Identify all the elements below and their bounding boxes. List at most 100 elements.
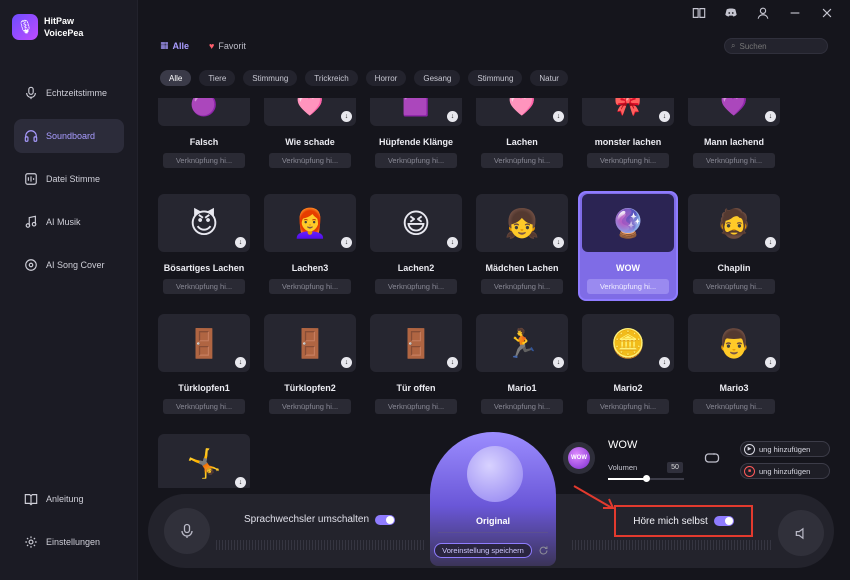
shortcut-field[interactable]: Verknüpfung hi... [163, 399, 245, 414]
sidebar-item-label: Anleitung [46, 494, 84, 504]
grid-icon: ▦ [160, 40, 169, 50]
shortcut-field[interactable]: Verknüpfung hi... [481, 279, 563, 294]
volume-value[interactable]: 50 [667, 462, 683, 473]
shortcut-field[interactable]: Verknüpfung hi... [269, 279, 351, 294]
filter-chip-alle[interactable]: Alle [160, 70, 192, 86]
sidebar-item-einstellungen[interactable]: Einstellungen [14, 525, 124, 559]
sound-card[interactable]: 🟣 Falsch Verknüpfung hi... [156, 98, 252, 168]
shortcut-field[interactable]: Verknüpfung hi... [693, 399, 775, 414]
tab-alle[interactable]: ▦ Alle [160, 40, 189, 51]
shortcut-field[interactable]: Verknüpfung hi... [375, 279, 457, 294]
download-icon[interactable]: ↓ [765, 111, 776, 122]
shortcut-field[interactable]: Verknüpfung hi... [693, 153, 775, 168]
download-icon[interactable]: ↓ [341, 357, 352, 368]
shortcut-field[interactable]: Verknüpfung hi... [481, 399, 563, 414]
tab-favorit[interactable]: ♥ Favorit [209, 40, 246, 51]
download-icon[interactable]: ↓ [447, 357, 458, 368]
close-icon[interactable] [818, 4, 836, 22]
refresh-icon[interactable] [538, 545, 549, 556]
category-tabs: ▦ Alle ♥ Favorit [160, 40, 246, 51]
download-icon[interactable]: ↓ [659, 111, 670, 122]
shortcut-field[interactable]: Verknüpfung hi... [269, 399, 351, 414]
loop-icon[interactable] [704, 452, 720, 464]
discord-icon[interactable] [722, 4, 740, 22]
sidebar-item-anleitung[interactable]: Anleitung [14, 482, 124, 516]
speaker-button[interactable] [778, 510, 824, 556]
filter-chip-trickreich[interactable]: Trickreich [305, 70, 358, 86]
voice-switch-toggle[interactable] [375, 514, 396, 525]
book-open-icon[interactable] [690, 4, 708, 22]
shortcut-field[interactable]: Verknüpfung hi... [163, 279, 245, 294]
hear-myself-toggle[interactable] [713, 516, 734, 526]
sound-card-selected[interactable]: 🔮 WOW Verknüpfung hi... [578, 191, 678, 301]
filter-chip-tiere[interactable]: Tiere [199, 70, 236, 86]
download-icon[interactable]: ↓ [659, 357, 670, 368]
sound-card[interactable]: 👩‍🦰 ↓ Lachen3 Verknüpfung hi... [262, 194, 358, 294]
shortcut-field[interactable]: Verknüpfung hi... [375, 399, 457, 414]
sidebar-nav: Echtzeitstimme Soundboard Datei Stimme A… [14, 76, 124, 291]
filter-chip-horror[interactable]: Horror [365, 70, 407, 86]
sound-thumbnail: 👧 ↓ [476, 194, 568, 252]
sound-card[interactable]: 🚪 ↓ Tür offen Verknüpfung hi... [368, 314, 464, 414]
sidebar-item-datei-stimme[interactable]: Datei Stimme [14, 162, 124, 196]
sidebar-item-ai-musik[interactable]: AI Musik [14, 205, 124, 239]
sound-card[interactable]: 🎀 ↓ monster lachen Verknüpfung hi... [580, 98, 676, 168]
sound-card[interactable]: 🩷 ↓ Wie schade Verknüpfung hi... [262, 98, 358, 168]
sound-card[interactable]: 🏃 ↓ Mario1 Verknüpfung hi... [474, 314, 570, 414]
shortcut-field[interactable]: Verknüpfung hi... [481, 153, 563, 168]
sound-name: WOW [616, 263, 640, 273]
sound-card[interactable]: 🧔 ↓ Chaplin Verknüpfung hi... [686, 194, 782, 294]
microphone-button[interactable] [164, 508, 210, 554]
download-icon[interactable]: ↓ [235, 237, 246, 248]
app-logo: 🎙 HitPaw VoicePea [12, 14, 83, 40]
sidebar-item-echtzeitstimme[interactable]: Echtzeitstimme [14, 76, 124, 110]
sound-card[interactable]: 😆 ↓ Lachen2 Verknüpfung hi... [368, 194, 464, 294]
download-icon[interactable]: ↓ [235, 477, 246, 488]
volume-slider-handle[interactable] [643, 475, 650, 482]
sound-card[interactable]: 🤸 ↓ [156, 434, 252, 488]
sound-card[interactable]: 👨 ↓ Mario3 Verknüpfung hi... [686, 314, 782, 414]
filter-chip-natur[interactable]: Natur [530, 70, 568, 86]
app-logo-icon: 🎙 [12, 14, 38, 40]
shortcut-field[interactable]: Verknüpfung hi... [587, 279, 669, 294]
download-icon[interactable]: ↓ [235, 357, 246, 368]
download-icon[interactable]: ↓ [553, 237, 564, 248]
save-preset-button[interactable]: Voreinstellung speichern [434, 543, 532, 558]
sound-card[interactable]: 🚪 ↓ Türklopfen1 Verknüpfung hi... [156, 314, 252, 414]
now-playing-title: WOW [608, 439, 638, 451]
sound-card[interactable]: 👧 ↓ Mädchen Lachen Verknüpfung hi... [474, 194, 570, 294]
sound-card[interactable]: 😈 ↓ Bösartiges Lachen Verknüpfung hi... [156, 194, 252, 294]
download-icon[interactable]: ↓ [447, 111, 458, 122]
user-icon[interactable] [754, 4, 772, 22]
sidebar-item-soundboard[interactable]: Soundboard [14, 119, 124, 153]
minimize-icon[interactable] [786, 4, 804, 22]
search-input[interactable]: ⌕ Suchen [724, 38, 828, 54]
soundboard-grid: 🟣 Falsch Verknüpfung hi... 🩷 ↓ Wie schade… [156, 98, 786, 488]
add-play-shortcut-button[interactable]: ▶ ung hinzufügen [740, 441, 830, 457]
sound-name: Tür offen [396, 383, 436, 393]
original-label: Original [475, 516, 510, 526]
sound-card[interactable]: 🩷 ↓ Lachen Verknüpfung hi... [474, 98, 570, 168]
sound-card[interactable]: 🚪 ↓ Türklopfen2 Verknüpfung hi... [262, 314, 358, 414]
sidebar-item-ai-song-cover[interactable]: AI Song Cover [14, 248, 124, 282]
filter-chip-gesang[interactable]: Gesang [414, 70, 461, 86]
download-icon[interactable]: ↓ [553, 111, 564, 122]
download-icon[interactable]: ↓ [341, 111, 352, 122]
filter-chip-stimmung[interactable]: Stimmung [243, 70, 298, 86]
download-icon[interactable]: ↓ [341, 237, 352, 248]
sound-card[interactable]: 🟪 ↓ Hüpfende Klänge Verknüpfung hi... [368, 98, 464, 168]
shortcut-field[interactable]: Verknüpfung hi... [587, 153, 669, 168]
shortcut-field[interactable]: Verknüpfung hi... [587, 399, 669, 414]
shortcut-field[interactable]: Verknüpfung hi... [375, 153, 457, 168]
sound-card[interactable]: 💜 ↓ Mann lachend Verknüpfung hi... [686, 98, 782, 168]
shortcut-field[interactable]: Verknüpfung hi... [163, 153, 245, 168]
download-icon[interactable]: ↓ [553, 357, 564, 368]
download-icon[interactable]: ↓ [447, 237, 458, 248]
download-icon[interactable]: ↓ [765, 237, 776, 248]
add-record-shortcut-button[interactable]: ■ ung hinzufügen [740, 463, 830, 479]
download-icon[interactable]: ↓ [765, 357, 776, 368]
shortcut-field[interactable]: Verknüpfung hi... [693, 279, 775, 294]
sound-card[interactable]: 🪙 ↓ Mario2 Verknüpfung hi... [580, 314, 676, 414]
shortcut-field[interactable]: Verknüpfung hi... [269, 153, 351, 168]
filter-chip-stimmung-2[interactable]: Stimmung [468, 70, 523, 86]
